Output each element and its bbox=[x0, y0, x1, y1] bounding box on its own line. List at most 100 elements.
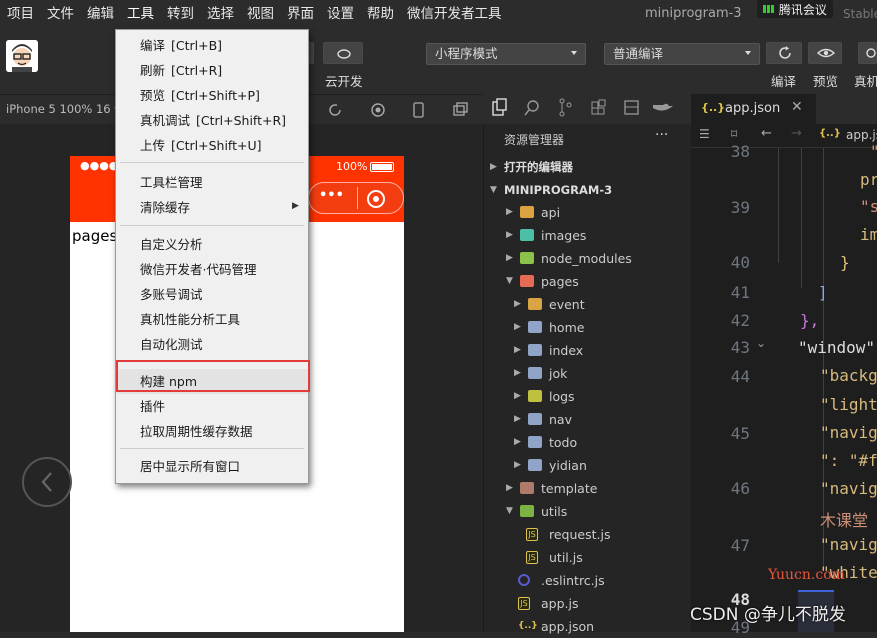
menu-item-toolbar-manage[interactable]: 工具栏管理 bbox=[116, 170, 308, 195]
menu-item-real-device-debug[interactable]: 真机调试 [Ctrl+Shift+R] bbox=[116, 108, 308, 133]
windows-icon[interactable] bbox=[453, 102, 468, 116]
tree-item-pages[interactable]: ▼ pages bbox=[484, 270, 690, 293]
channel-label: Stable bbox=[843, 7, 877, 21]
tree-item-label: yidian bbox=[549, 458, 587, 473]
source-control-icon[interactable] bbox=[559, 98, 572, 117]
menu-item-center-windows[interactable]: 居中显示所有窗口 bbox=[116, 454, 308, 479]
menu-project[interactable]: 项目 bbox=[0, 0, 40, 28]
menu-item-compile[interactable]: 编译 [Ctrl+B] bbox=[116, 33, 308, 58]
tree-item-app-json[interactable]: {..} app.json bbox=[484, 615, 690, 638]
tree-item-label: home bbox=[549, 320, 585, 335]
fold-chevron-icon[interactable]: ⌄ bbox=[756, 336, 766, 350]
tree-item-index[interactable]: ▶ index bbox=[484, 339, 690, 362]
chevron-right-icon: ▶ bbox=[514, 391, 521, 401]
tree-item-util-js[interactable]: JS util.js bbox=[484, 546, 690, 569]
menu-interface[interactable]: 界面 bbox=[280, 0, 320, 28]
tree-item-nav[interactable]: ▶ nav bbox=[484, 408, 690, 431]
folder-icon bbox=[528, 298, 542, 310]
menu-item-perf-analysis[interactable]: 真机性能分析工具 bbox=[116, 307, 308, 332]
tree-item-node-modules[interactable]: ▶ node_modules bbox=[484, 247, 690, 270]
more-icon[interactable]: ··· bbox=[655, 127, 668, 143]
menu-edit[interactable]: 编辑 bbox=[80, 0, 120, 28]
record-icon[interactable] bbox=[371, 103, 385, 117]
mode-select[interactable]: 小程序模式 bbox=[426, 43, 586, 65]
yuucn-watermark: Yuucn.com bbox=[768, 567, 845, 583]
chevron-right-icon: ▶ bbox=[514, 299, 521, 309]
phone-icon[interactable] bbox=[413, 102, 424, 118]
tree-item-jok[interactable]: ▶ jok bbox=[484, 362, 690, 385]
code-editor[interactable] bbox=[691, 148, 877, 632]
close-circle-icon[interactable] bbox=[365, 188, 387, 210]
menu-item-label: 清除缓存 bbox=[140, 200, 191, 215]
device-selector[interactable]: iPhone 5 100% 16 ▾ bbox=[6, 102, 120, 116]
docker-icon[interactable] bbox=[653, 103, 673, 111]
chevron-down-icon bbox=[571, 51, 577, 55]
folder-icon bbox=[528, 321, 542, 333]
extensions-icon[interactable] bbox=[591, 99, 606, 115]
capsule-divider bbox=[357, 187, 358, 209]
menu-select[interactable]: 选择 bbox=[200, 0, 240, 28]
menu-item-preview[interactable]: 预览 [Ctrl+Shift+P] bbox=[116, 83, 308, 108]
reload-icon[interactable] bbox=[329, 104, 341, 116]
tree-item-event[interactable]: ▶ event bbox=[484, 293, 690, 316]
menu-file[interactable]: 文件 bbox=[40, 0, 80, 28]
tree-item-yidian[interactable]: ▶ yidian bbox=[484, 454, 690, 477]
tab-app-json[interactable]: {..} app.json ✕ bbox=[691, 94, 816, 124]
back-arrow-icon[interactable]: ← bbox=[761, 126, 772, 141]
menu-separator bbox=[120, 448, 304, 449]
real-device-button[interactable] bbox=[858, 42, 877, 64]
search-icon[interactable] bbox=[524, 100, 539, 116]
compile-select[interactable]: 普通编译 bbox=[604, 43, 760, 65]
tree-item-utils[interactable]: ▼ utils bbox=[484, 500, 690, 523]
explorer-title: 资源管理器 bbox=[504, 133, 565, 147]
menu-item-automation-test[interactable]: 自动化测试 bbox=[116, 332, 308, 357]
menu-item-shortcut: [Ctrl+B] bbox=[171, 38, 223, 53]
menu-tools[interactable]: 工具 bbox=[120, 0, 160, 28]
debug-icon[interactable] bbox=[624, 100, 639, 115]
tree-item-todo[interactable]: ▶ todo bbox=[484, 431, 690, 454]
tree-item-api[interactable]: ▶ api bbox=[484, 201, 690, 224]
cloud-dev-button[interactable] bbox=[323, 42, 363, 64]
tree-item-home[interactable]: ▶ home bbox=[484, 316, 690, 339]
open-editors-section[interactable]: ▶ 打开的编辑器 bbox=[484, 156, 690, 179]
menu-item-clear-cache[interactable]: 清除缓存 bbox=[116, 195, 308, 220]
menu-item-multi-account-debug[interactable]: 多账号调试 bbox=[116, 282, 308, 307]
page-text: pages bbox=[72, 227, 118, 245]
menu-item-refresh[interactable]: 刷新 [Ctrl+R] bbox=[116, 58, 308, 83]
tree-item-images[interactable]: ▶ images bbox=[484, 224, 690, 247]
menu-item-pull-cache-data[interactable]: 拉取周期性缓存数据 bbox=[116, 419, 308, 444]
back-nav-button[interactable] bbox=[22, 457, 72, 507]
compile-select-value: 普通编译 bbox=[613, 46, 664, 61]
compile-button[interactable] bbox=[766, 42, 802, 64]
menu-settings[interactable]: 设置 bbox=[320, 0, 360, 28]
menu-help[interactable]: 帮助 bbox=[360, 0, 400, 28]
more-icon[interactable]: ••• bbox=[319, 188, 344, 203]
avatar[interactable] bbox=[6, 40, 38, 72]
js-file-icon: JS bbox=[526, 528, 538, 541]
menu-item-custom-analysis[interactable]: 自定义分析 bbox=[116, 232, 308, 257]
close-icon[interactable]: ✕ bbox=[791, 99, 803, 115]
capsule-button[interactable]: ••• bbox=[308, 182, 404, 214]
tencent-meeting-badge[interactable]: 腾讯会议 bbox=[757, 0, 833, 18]
preview-button[interactable] bbox=[808, 42, 842, 64]
tree-item-template[interactable]: ▶ template bbox=[484, 477, 690, 500]
breadcrumb-file[interactable]: app.js bbox=[846, 128, 877, 142]
bookmark-icon[interactable]: ⌑ bbox=[731, 127, 737, 141]
menu-goto[interactable]: 转到 bbox=[160, 0, 200, 28]
list-icon[interactable]: ☰ bbox=[699, 127, 710, 141]
project-section[interactable]: ▼ MINIPROGRAM-3 bbox=[484, 179, 690, 202]
tree-item-logs[interactable]: ▶ logs bbox=[484, 385, 690, 408]
menu-item-plugins[interactable]: 插件 bbox=[116, 394, 308, 419]
tree-item-request-js[interactable]: JS request.js bbox=[484, 523, 690, 546]
tree-item-app-js[interactable]: JS app.js bbox=[484, 592, 690, 615]
line-number: 40 bbox=[730, 253, 750, 272]
files-icon[interactable] bbox=[492, 98, 507, 116]
menu-wechat-devtools[interactable]: 微信开发者工具 bbox=[400, 0, 508, 28]
tree-item-eslintrc-js[interactable]: .eslintrc.js bbox=[484, 569, 690, 592]
menu-item-upload[interactable]: 上传 [Ctrl+Shift+U] bbox=[116, 133, 308, 158]
menu-item-code-management[interactable]: 微信开发者·代码管理 bbox=[116, 257, 308, 282]
tree-item-label: .eslintrc.js bbox=[541, 573, 605, 588]
forward-arrow-icon[interactable]: → bbox=[791, 126, 802, 141]
menu-view[interactable]: 视图 bbox=[240, 0, 280, 28]
meeting-label: 腾讯会议 bbox=[778, 3, 827, 17]
